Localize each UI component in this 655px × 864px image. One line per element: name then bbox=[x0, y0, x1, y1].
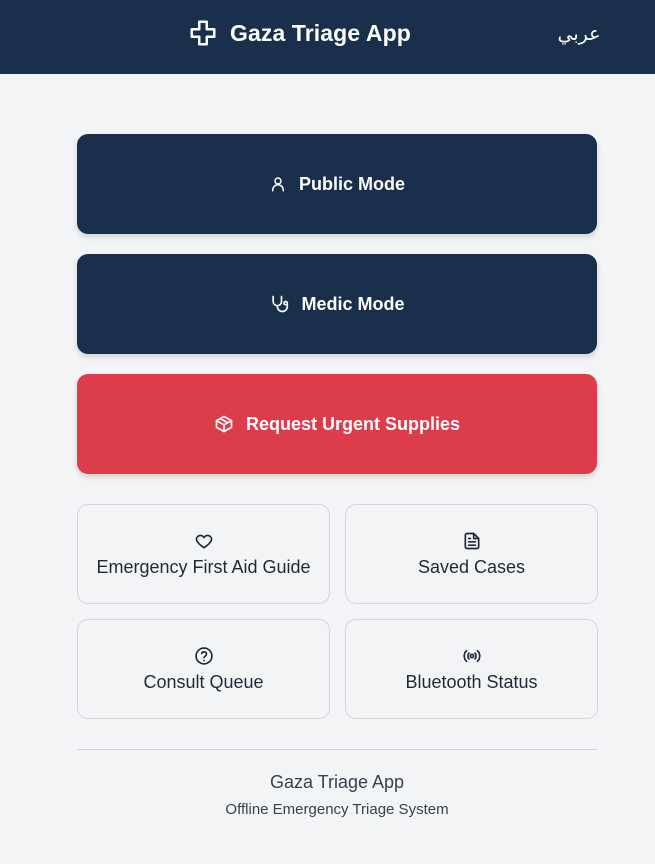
medic-mode-button[interactable]: Medic Mode bbox=[77, 254, 597, 354]
public-mode-label: Public Mode bbox=[298, 173, 405, 194]
app-header: Gaza Triage App عربي bbox=[0, 0, 655, 74]
request-supplies-label: Request Urgent Supplies bbox=[245, 413, 461, 434]
saved-cases-label: Saved Cases bbox=[417, 556, 526, 577]
bluetooth-status-label: Bluetooth Status bbox=[405, 671, 538, 692]
request-supplies-button[interactable]: Request Urgent Supplies bbox=[77, 374, 597, 474]
consult-queue-tile[interactable]: Consult Queue bbox=[77, 619, 330, 719]
app-brand: Gaza Triage App bbox=[188, 17, 411, 49]
medical-cross-icon bbox=[188, 18, 218, 48]
document-icon bbox=[462, 531, 482, 551]
app-title: Gaza Triage App bbox=[230, 19, 411, 46]
package-icon bbox=[214, 414, 234, 434]
footer-divider bbox=[77, 749, 597, 750]
user-icon bbox=[269, 175, 287, 193]
footer-title: Gaza Triage App bbox=[269, 772, 405, 792]
first-aid-guide-label: Emergency First Aid Guide bbox=[96, 556, 311, 577]
language-toggle-button[interactable]: عربي bbox=[554, 20, 604, 48]
first-aid-guide-tile[interactable]: Emergency First Aid Guide bbox=[77, 504, 330, 604]
stethoscope-icon bbox=[269, 294, 289, 314]
help-circle-icon bbox=[194, 646, 214, 666]
bluetooth-status-tile[interactable]: Bluetooth Status bbox=[345, 619, 598, 719]
medic-mode-label: Medic Mode bbox=[301, 293, 405, 314]
footer-subtitle: Offline Emergency Triage System bbox=[225, 801, 449, 818]
consult-queue-label: Consult Queue bbox=[143, 671, 264, 692]
heart-icon bbox=[194, 531, 214, 551]
saved-cases-tile[interactable]: Saved Cases bbox=[345, 504, 598, 604]
broadcast-icon bbox=[462, 646, 482, 666]
public-mode-button[interactable]: Public Mode bbox=[77, 134, 597, 234]
